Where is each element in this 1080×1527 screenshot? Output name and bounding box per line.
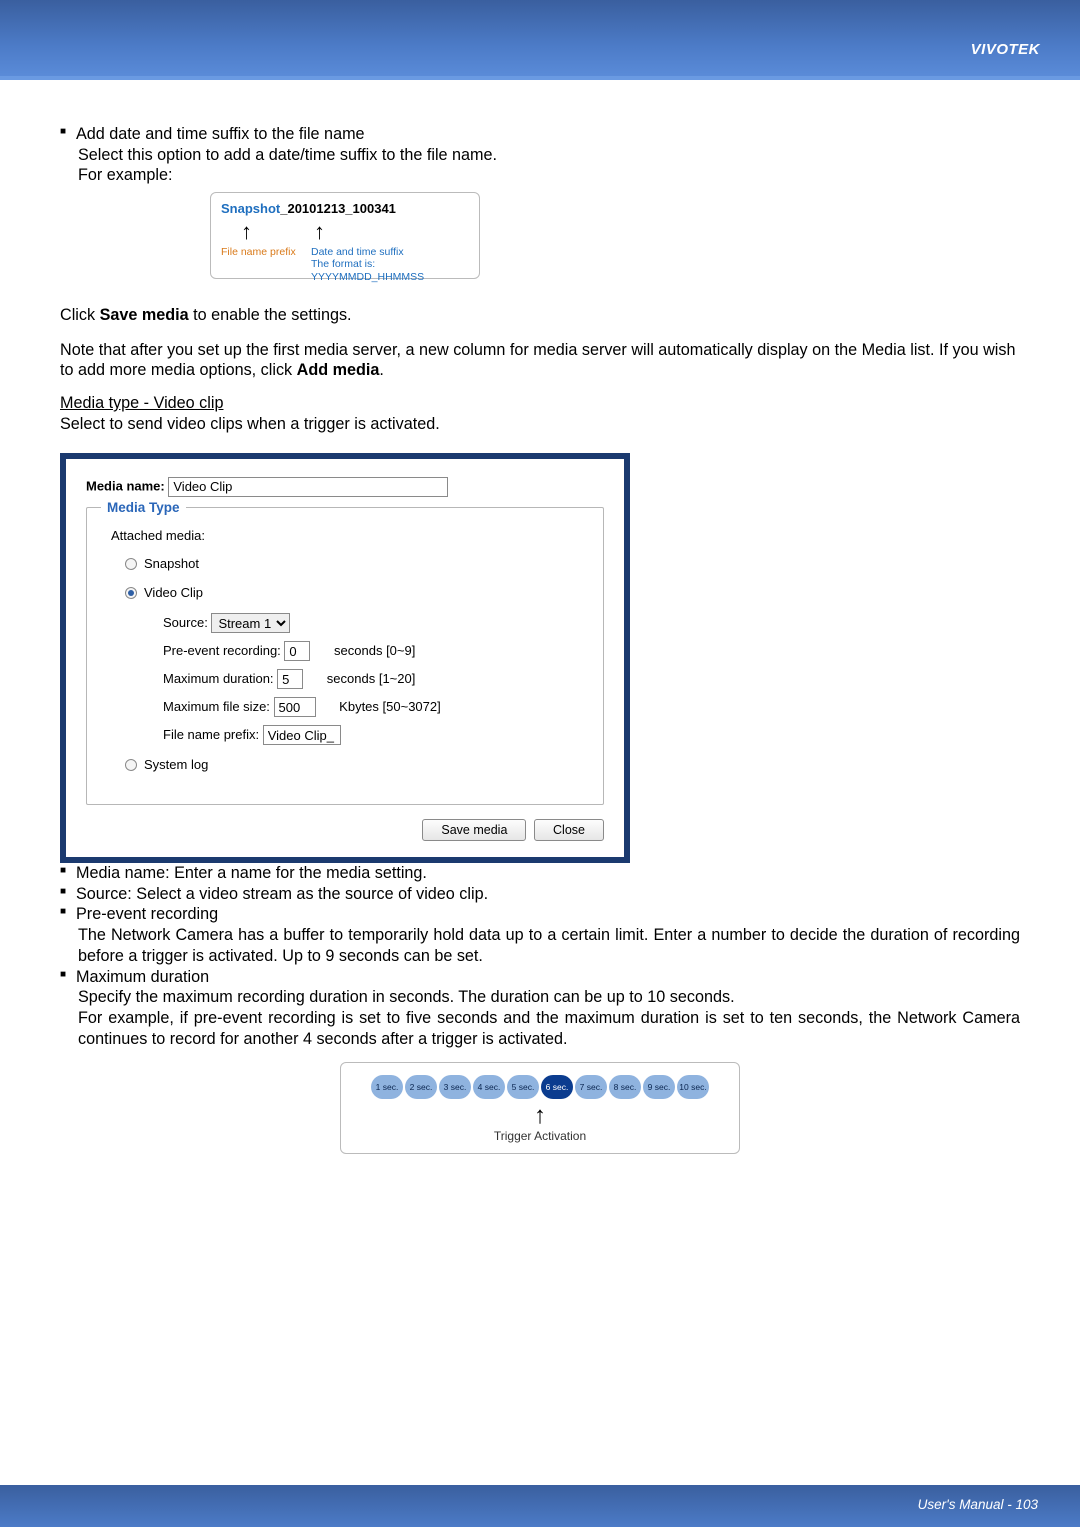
radio-snapshot-label: Snapshot [144,556,199,571]
radio-systemlog-row[interactable]: System log [125,757,585,774]
desc-pre-event-title: Pre-event recording [60,904,1020,925]
save-media-line: Click Save media to enable the settings. [60,305,1020,326]
arrow-up-icon: ↑ [314,218,325,246]
pre-event-label: Pre-event recording: [163,643,281,660]
note-line: Note that after you set up the first med… [60,340,1020,381]
suffix-bullet-title: Add date and time suffix to the file nam… [60,124,1020,145]
example-caption-prefix: File name prefix [221,246,296,259]
timeline-chip: 6 sec. [541,1075,573,1099]
example-suffix: _20101213_100341 [280,201,396,216]
max-filesize-label: Maximum file size: [163,699,270,716]
radio-icon[interactable] [125,558,137,570]
desc-max-duration-l1: Specify the maximum recording duration i… [60,987,1020,1008]
timeline-chip: 4 sec. [473,1075,505,1099]
radio-videoclip-row[interactable]: Video Clip [125,585,585,602]
close-button[interactable]: Close [534,819,604,841]
radio-snapshot-row[interactable]: Snapshot [125,556,585,573]
media-type-fieldset: Media Type Attached media: Snapshot Vide… [86,507,604,806]
max-filesize-hint: Kbytes [50~3072] [339,699,441,714]
footer-page-number: User's Manual - 103 [918,1497,1038,1512]
max-duration-label: Maximum duration: [163,671,274,688]
radio-videoclip-label: Video Clip [144,585,203,600]
text: to enable the settings. [189,306,352,324]
source-select[interactable]: Stream 1 [211,613,290,633]
videoclip-heading: Media type - Video clip [60,393,1020,414]
desc-max-duration-title: Maximum duration [60,967,1020,988]
page-header: VIVOTEK [0,0,1080,76]
suffix-desc: Select this option to add a date/time su… [60,145,1020,166]
timeline-chip: 10 sec. [677,1075,709,1099]
timeline-chip: 2 sec. [405,1075,437,1099]
example-prefix: Snapshot [221,201,280,216]
source-label: Source: [163,615,208,632]
save-media-strong: Save media [100,306,189,324]
save-media-button[interactable]: Save media [422,819,526,841]
radio-icon[interactable] [125,759,137,771]
text: Click [60,306,100,324]
videoclip-desc: Select to send video clips when a trigge… [60,414,1020,435]
attached-media-label: Attached media: [111,528,585,545]
arrow-up-icon: ↑ [351,1101,729,1132]
filename-prefix-input[interactable] [263,725,341,745]
desc-max-duration-l2: For example, if pre-event recording is s… [60,1008,1020,1049]
page-footer: User's Manual - 103 [0,1485,1080,1527]
radio-systemlog-label: System log [144,757,208,772]
brand-text: VIVOTEK [971,41,1040,58]
filename-example-box: Snapshot_20101213_100341 ↑ ↑ File name p… [210,192,480,279]
fieldset-legend: Media Type [101,499,186,516]
text: Note that after you set up the first med… [60,341,1016,380]
text: . [379,361,384,379]
timeline-chip: 7 sec. [575,1075,607,1099]
max-duration-hint: seconds [1~20] [327,671,416,686]
desc-pre-event-body: The Network Camera has a buffer to tempo… [60,925,1020,966]
media-name-input[interactable] [168,477,448,497]
page-content: Add date and time suffix to the file nam… [0,80,1080,1154]
timeline-chip: 5 sec. [507,1075,539,1099]
filename-prefix-label: File name prefix: [163,727,259,744]
timeline-chip: 3 sec. [439,1075,471,1099]
desc-source: Source: Select a video stream as the sou… [60,884,1020,905]
timeline-chip: 8 sec. [609,1075,641,1099]
arrow-up-icon: ↑ [241,218,252,246]
timeline-chip: 1 sec. [371,1075,403,1099]
suffix-example-lead: For example: [60,165,1020,186]
radio-icon[interactable] [125,587,137,599]
timeline-chip: 9 sec. [643,1075,675,1099]
example-caption-format: The format is: YYYYMMDD_HHMMSS [311,258,469,285]
timeline-label: Trigger Activation [351,1129,729,1144]
media-type-dialog: Media name: Media Type Attached media: S… [60,453,630,864]
max-filesize-input[interactable] [274,697,316,717]
max-duration-input[interactable] [277,669,303,689]
pre-event-input[interactable] [284,641,310,661]
media-name-label: Media name: [86,478,165,493]
add-media-strong: Add media [297,361,380,379]
pre-event-hint: seconds [0~9] [334,643,415,658]
timeline-diagram: 1 sec.2 sec.3 sec.4 sec.5 sec.6 sec.7 se… [340,1062,740,1154]
desc-media-name: Media name: Enter a name for the media s… [60,863,1020,884]
